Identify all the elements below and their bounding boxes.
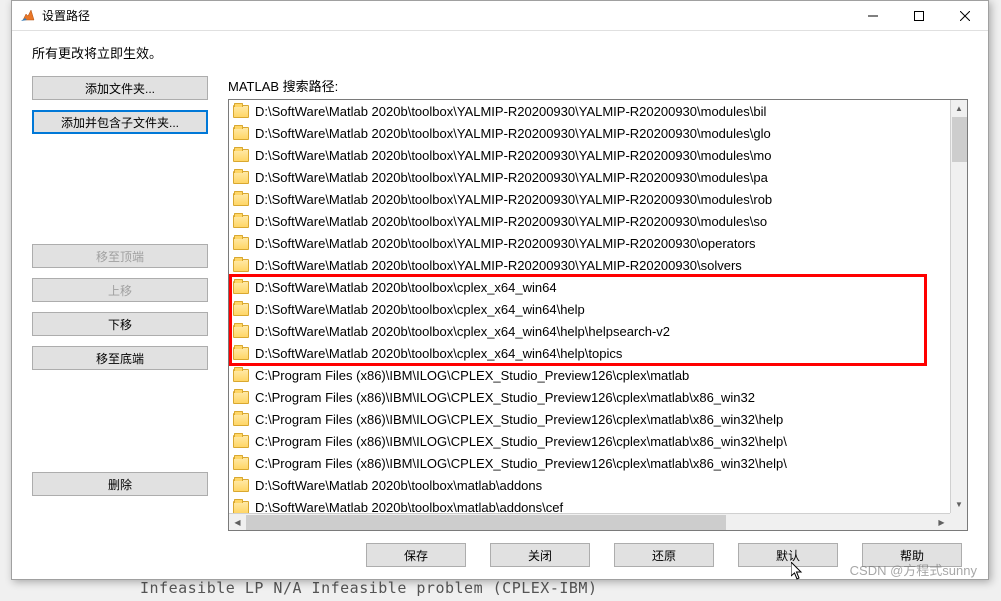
- close-dialog-button[interactable]: 关闭: [490, 543, 590, 567]
- path-item[interactable]: C:\Program Files (x86)\IBM\ILOG\CPLEX_St…: [229, 364, 950, 386]
- path-text: D:\SoftWare\Matlab 2020b\toolbox\matlab\…: [255, 478, 542, 493]
- scroll-right-button[interactable]: ▶: [933, 514, 950, 530]
- path-item[interactable]: D:\SoftWare\Matlab 2020b\toolbox\YALMIP-…: [229, 122, 950, 144]
- path-text: D:\SoftWare\Matlab 2020b\toolbox\YALMIP-…: [255, 236, 756, 251]
- move-up-button[interactable]: 上移: [32, 278, 208, 302]
- path-item[interactable]: D:\SoftWare\Matlab 2020b\toolbox\YALMIP-…: [229, 144, 950, 166]
- path-text: C:\Program Files (x86)\IBM\ILOG\CPLEX_St…: [255, 434, 787, 449]
- path-item[interactable]: D:\SoftWare\Matlab 2020b\toolbox\YALMIP-…: [229, 166, 950, 188]
- folder-icon: [233, 105, 249, 118]
- path-item[interactable]: D:\SoftWare\Matlab 2020b\toolbox\YALMIP-…: [229, 232, 950, 254]
- path-text: D:\SoftWare\Matlab 2020b\toolbox\YALMIP-…: [255, 214, 767, 229]
- path-item[interactable]: C:\Program Files (x86)\IBM\ILOG\CPLEX_St…: [229, 430, 950, 452]
- move-top-button[interactable]: 移至顶端: [32, 244, 208, 268]
- path-item[interactable]: D:\SoftWare\Matlab 2020b\toolbox\cplex_x…: [229, 276, 950, 298]
- path-text: D:\SoftWare\Matlab 2020b\toolbox\YALMIP-…: [255, 104, 766, 119]
- folder-icon: [233, 391, 249, 404]
- path-text: D:\SoftWare\Matlab 2020b\toolbox\matlab\…: [255, 500, 563, 514]
- vertical-scrollbar[interactable]: ▲ ▼: [950, 100, 967, 513]
- left-button-column: 添加文件夹... 添加并包含子文件夹... 移至顶端 上移 下移 移至底端 删除: [32, 76, 208, 531]
- path-text: C:\Program Files (x86)\IBM\ILOG\CPLEX_St…: [255, 456, 787, 471]
- scroll-left-button[interactable]: ◀: [229, 514, 246, 530]
- delete-button[interactable]: 删除: [32, 472, 208, 496]
- window-title: 设置路径: [42, 7, 850, 24]
- scroll-thumb-h[interactable]: [246, 515, 726, 530]
- path-item[interactable]: D:\SoftWare\Matlab 2020b\toolbox\YALMIP-…: [229, 254, 950, 276]
- folder-icon: [233, 193, 249, 206]
- folder-icon: [233, 149, 249, 162]
- help-button[interactable]: 帮助: [862, 543, 962, 567]
- path-item[interactable]: D:\SoftWare\Matlab 2020b\toolbox\YALMIP-…: [229, 188, 950, 210]
- maximize-button[interactable]: [896, 1, 942, 30]
- path-text: D:\SoftWare\Matlab 2020b\toolbox\YALMIP-…: [255, 148, 771, 163]
- default-button[interactable]: 默认: [738, 543, 838, 567]
- notice-text: 所有更改将立即生效。: [32, 43, 968, 62]
- path-text: D:\SoftWare\Matlab 2020b\toolbox\YALMIP-…: [255, 126, 771, 141]
- scroll-corner: [950, 513, 967, 530]
- folder-icon: [233, 435, 249, 448]
- path-text: D:\SoftWare\Matlab 2020b\toolbox\cplex_x…: [255, 346, 622, 361]
- titlebar: 设置路径: [12, 1, 988, 31]
- path-text: C:\Program Files (x86)\IBM\ILOG\CPLEX_St…: [255, 412, 783, 427]
- path-text: C:\Program Files (x86)\IBM\ILOG\CPLEX_St…: [255, 368, 689, 383]
- path-text: C:\Program Files (x86)\IBM\ILOG\CPLEX_St…: [255, 390, 755, 405]
- save-button[interactable]: 保存: [366, 543, 466, 567]
- folder-icon: [233, 413, 249, 426]
- scroll-down-button[interactable]: ▼: [951, 496, 967, 513]
- horizontal-scrollbar[interactable]: ◀ ▶: [229, 513, 950, 530]
- path-text: D:\SoftWare\Matlab 2020b\toolbox\cplex_x…: [255, 280, 557, 295]
- scroll-up-button[interactable]: ▲: [951, 100, 967, 117]
- folder-icon: [233, 281, 249, 294]
- folder-icon: [233, 347, 249, 360]
- revert-button[interactable]: 还原: [614, 543, 714, 567]
- path-item[interactable]: D:\SoftWare\Matlab 2020b\toolbox\cplex_x…: [229, 320, 950, 342]
- path-text: D:\SoftWare\Matlab 2020b\toolbox\YALMIP-…: [255, 258, 742, 273]
- close-button[interactable]: [942, 1, 988, 30]
- folder-icon: [233, 501, 249, 514]
- move-down-button[interactable]: 下移: [32, 312, 208, 336]
- path-item[interactable]: D:\SoftWare\Matlab 2020b\toolbox\cplex_x…: [229, 342, 950, 364]
- folder-icon: [233, 215, 249, 228]
- folder-icon: [233, 127, 249, 140]
- minimize-button[interactable]: [850, 1, 896, 30]
- matlab-icon: [20, 8, 36, 24]
- folder-icon: [233, 479, 249, 492]
- add-folder-button[interactable]: 添加文件夹...: [32, 76, 208, 100]
- path-text: D:\SoftWare\Matlab 2020b\toolbox\cplex_x…: [255, 324, 670, 339]
- path-item[interactable]: D:\SoftWare\Matlab 2020b\toolbox\matlab\…: [229, 496, 950, 513]
- path-item[interactable]: D:\SoftWare\Matlab 2020b\toolbox\cplex_x…: [229, 298, 950, 320]
- add-with-subfolders-button[interactable]: 添加并包含子文件夹...: [32, 110, 208, 134]
- path-item[interactable]: C:\Program Files (x86)\IBM\ILOG\CPLEX_St…: [229, 386, 950, 408]
- path-item[interactable]: C:\Program Files (x86)\IBM\ILOG\CPLEX_St…: [229, 408, 950, 430]
- path-text: D:\SoftWare\Matlab 2020b\toolbox\YALMIP-…: [255, 192, 772, 207]
- set-path-dialog: 设置路径 所有更改将立即生效。 添加文件夹... 添加并包含子文件夹... 移至…: [11, 0, 989, 580]
- path-item[interactable]: D:\SoftWare\Matlab 2020b\toolbox\YALMIP-…: [229, 210, 950, 232]
- scroll-thumb-v[interactable]: [952, 117, 967, 162]
- folder-icon: [233, 303, 249, 316]
- path-text: D:\SoftWare\Matlab 2020b\toolbox\cplex_x…: [255, 302, 585, 317]
- folder-icon: [233, 171, 249, 184]
- folder-icon: [233, 237, 249, 250]
- path-listbox[interactable]: D:\SoftWare\Matlab 2020b\toolbox\YALMIP-…: [228, 99, 968, 531]
- folder-icon: [233, 457, 249, 470]
- folder-icon: [233, 369, 249, 382]
- path-item[interactable]: D:\SoftWare\Matlab 2020b\toolbox\matlab\…: [229, 474, 950, 496]
- path-text: D:\SoftWare\Matlab 2020b\toolbox\YALMIP-…: [255, 170, 768, 185]
- path-item[interactable]: D:\SoftWare\Matlab 2020b\toolbox\YALMIP-…: [229, 100, 950, 122]
- path-list-label: MATLAB 搜索路径:: [228, 76, 968, 95]
- move-bottom-button[interactable]: 移至底端: [32, 346, 208, 370]
- path-item[interactable]: C:\Program Files (x86)\IBM\ILOG\CPLEX_St…: [229, 452, 950, 474]
- dialog-footer: 保存 关闭 还原 默认 帮助: [32, 531, 968, 567]
- folder-icon: [233, 325, 249, 338]
- folder-icon: [233, 259, 249, 272]
- background-console-text: Infeasible LP N/A Infeasible problem (CP…: [140, 579, 597, 597]
